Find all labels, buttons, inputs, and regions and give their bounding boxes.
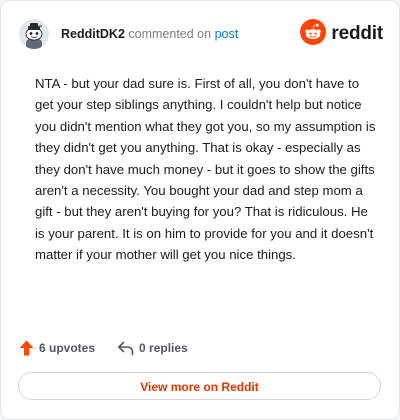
reply-arrow-icon xyxy=(117,341,134,356)
comment-card: RedditDK2 commented on post reddit NTA -… xyxy=(0,0,400,420)
reddit-wordmark: reddit xyxy=(331,23,383,44)
comment-meta: RedditDK2 commented on post xyxy=(61,27,238,41)
author-username[interactable]: RedditDK2 xyxy=(61,27,125,41)
comment-header: RedditDK2 commented on post reddit xyxy=(19,18,383,51)
upvote-arrow-icon xyxy=(19,340,34,356)
commented-on-text: commented on xyxy=(128,27,212,41)
reddit-brand-logo[interactable]: reddit xyxy=(300,18,383,50)
snoo-avatar-icon[interactable] xyxy=(19,19,49,49)
comment-body: NTA - but your dad sure is. First of all… xyxy=(35,76,376,263)
reply-button[interactable]: 0 replies xyxy=(117,341,188,356)
reply-count: 0 replies xyxy=(139,341,188,355)
upvote-count: 6 upvotes xyxy=(39,341,96,355)
view-more-on-reddit-button[interactable]: View more on Reddit xyxy=(18,372,381,400)
upvote-button[interactable]: 6 upvotes xyxy=(19,340,95,356)
reddit-snoo-icon xyxy=(300,18,327,50)
comment-actions: 6 upvotes 0 replies xyxy=(19,337,188,359)
post-link[interactable]: post xyxy=(215,27,239,41)
